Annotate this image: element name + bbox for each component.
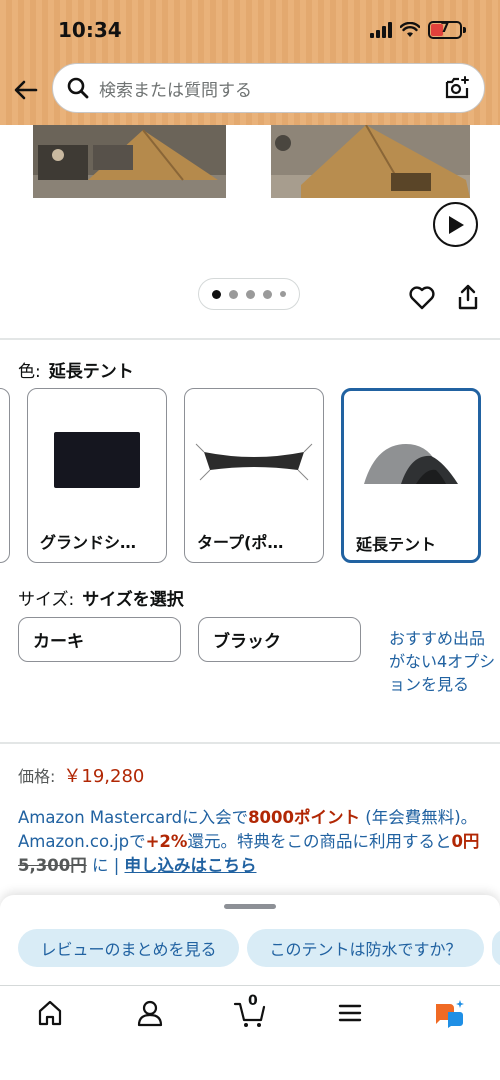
price-label: 価格: [18, 767, 56, 786]
promo-points: 8000ポイント [248, 808, 361, 827]
product-image-1[interactable] [33, 125, 226, 198]
mastercard-promo: Amazon Mastercardに入会で8000ポイント (年会費無料)。 A… [18, 806, 488, 878]
swatch-tarp[interactable]: タープ(ポ… [184, 388, 324, 563]
product-image-2[interactable] [271, 125, 470, 198]
search-input[interactable]: 検索または質問する [52, 63, 485, 113]
bottom-nav: 0 [0, 985, 500, 1080]
signal-icon [370, 22, 392, 38]
swatch-label: タープ(ポ… [197, 533, 284, 552]
size-option-black[interactable]: ブラック [198, 617, 361, 662]
swatch-partial[interactable] [0, 388, 10, 563]
size-label-text: サイズ: [18, 590, 75, 610]
chip-partial[interactable] [492, 929, 500, 967]
swatch-label: 延長テント [356, 535, 437, 554]
menu-icon[interactable] [335, 998, 365, 1028]
pagination-dot-active [212, 289, 221, 299]
home-icon[interactable] [35, 998, 65, 1028]
swatch-label: グランドシ… [40, 533, 137, 552]
rufus-ai-icon[interactable] [432, 998, 466, 1028]
pagination-dot [280, 291, 286, 297]
promo-text: に | [86, 856, 125, 875]
swatch-extension-tent[interactable]: 延長テント [341, 388, 481, 563]
size-option-khaki[interactable]: カーキ [18, 617, 181, 662]
see-more-options-link[interactable]: おすすめ出品がない4オプションを見る [389, 627, 499, 696]
play-icon [448, 215, 464, 234]
pagination-dot [263, 289, 272, 299]
color-label: 色: 延長テント [18, 357, 134, 382]
rufus-bottom-sheet[interactable]: レビューのまとめを見る このテントは防水ですか？ [0, 895, 500, 985]
apply-link[interactable]: 申し込みはこちら [125, 856, 257, 875]
header: 10:34 7 検索または質問する [0, 0, 500, 125]
battery-icon: 7 [428, 21, 466, 39]
image-pagination[interactable] [198, 278, 300, 310]
pagination-dot [229, 289, 238, 299]
divider [0, 338, 500, 340]
size-prompt: サイズを選択 [82, 590, 184, 610]
search-placeholder: 検索または質問する [99, 80, 252, 101]
price-value: ￥19,280 [63, 766, 145, 787]
product-gallery[interactable] [0, 125, 500, 340]
chip-review-summary[interactable]: レビューのまとめを見る [18, 929, 239, 967]
back-arrow-icon[interactable] [12, 76, 40, 104]
swatch-ground-sheet[interactable]: グランドシ… [27, 388, 167, 563]
promo-percent: +2% [145, 832, 188, 851]
pagination-dot [246, 289, 255, 299]
cart-count: 0 [248, 993, 258, 1009]
promo-zero-price: 0円 [451, 832, 480, 851]
selected-color: 延長テント [48, 362, 134, 382]
size-label: サイズ: サイズを選択 [18, 585, 184, 610]
ground-sheet-image [28, 415, 166, 505]
account-icon[interactable] [135, 998, 165, 1028]
price-row: 価格: ￥19,280 [18, 762, 144, 788]
extension-tent-image [344, 417, 478, 507]
share-icon[interactable] [455, 283, 481, 311]
battery-level: 7 [440, 21, 450, 36]
promo-text: Amazon Mastercardに入会で [18, 808, 249, 827]
promo-text: 還元。特典をこの商品に利用すると [187, 832, 452, 851]
tarp-image [185, 415, 323, 505]
chip-waterproof-question[interactable]: このテントは防水ですか？ [247, 929, 484, 967]
status-icons: 7 [370, 18, 466, 42]
heart-icon[interactable] [408, 284, 436, 312]
divider [0, 742, 500, 744]
play-video-button[interactable] [433, 202, 478, 247]
search-icon [67, 77, 89, 99]
camera-search-icon[interactable] [444, 75, 470, 101]
status-time: 10:34 [58, 18, 122, 42]
wifi-icon [400, 22, 420, 37]
promo-original-price: 5,300円 [18, 856, 87, 875]
sheet-grabber[interactable] [224, 904, 276, 909]
color-label-text: 色: [18, 362, 41, 382]
